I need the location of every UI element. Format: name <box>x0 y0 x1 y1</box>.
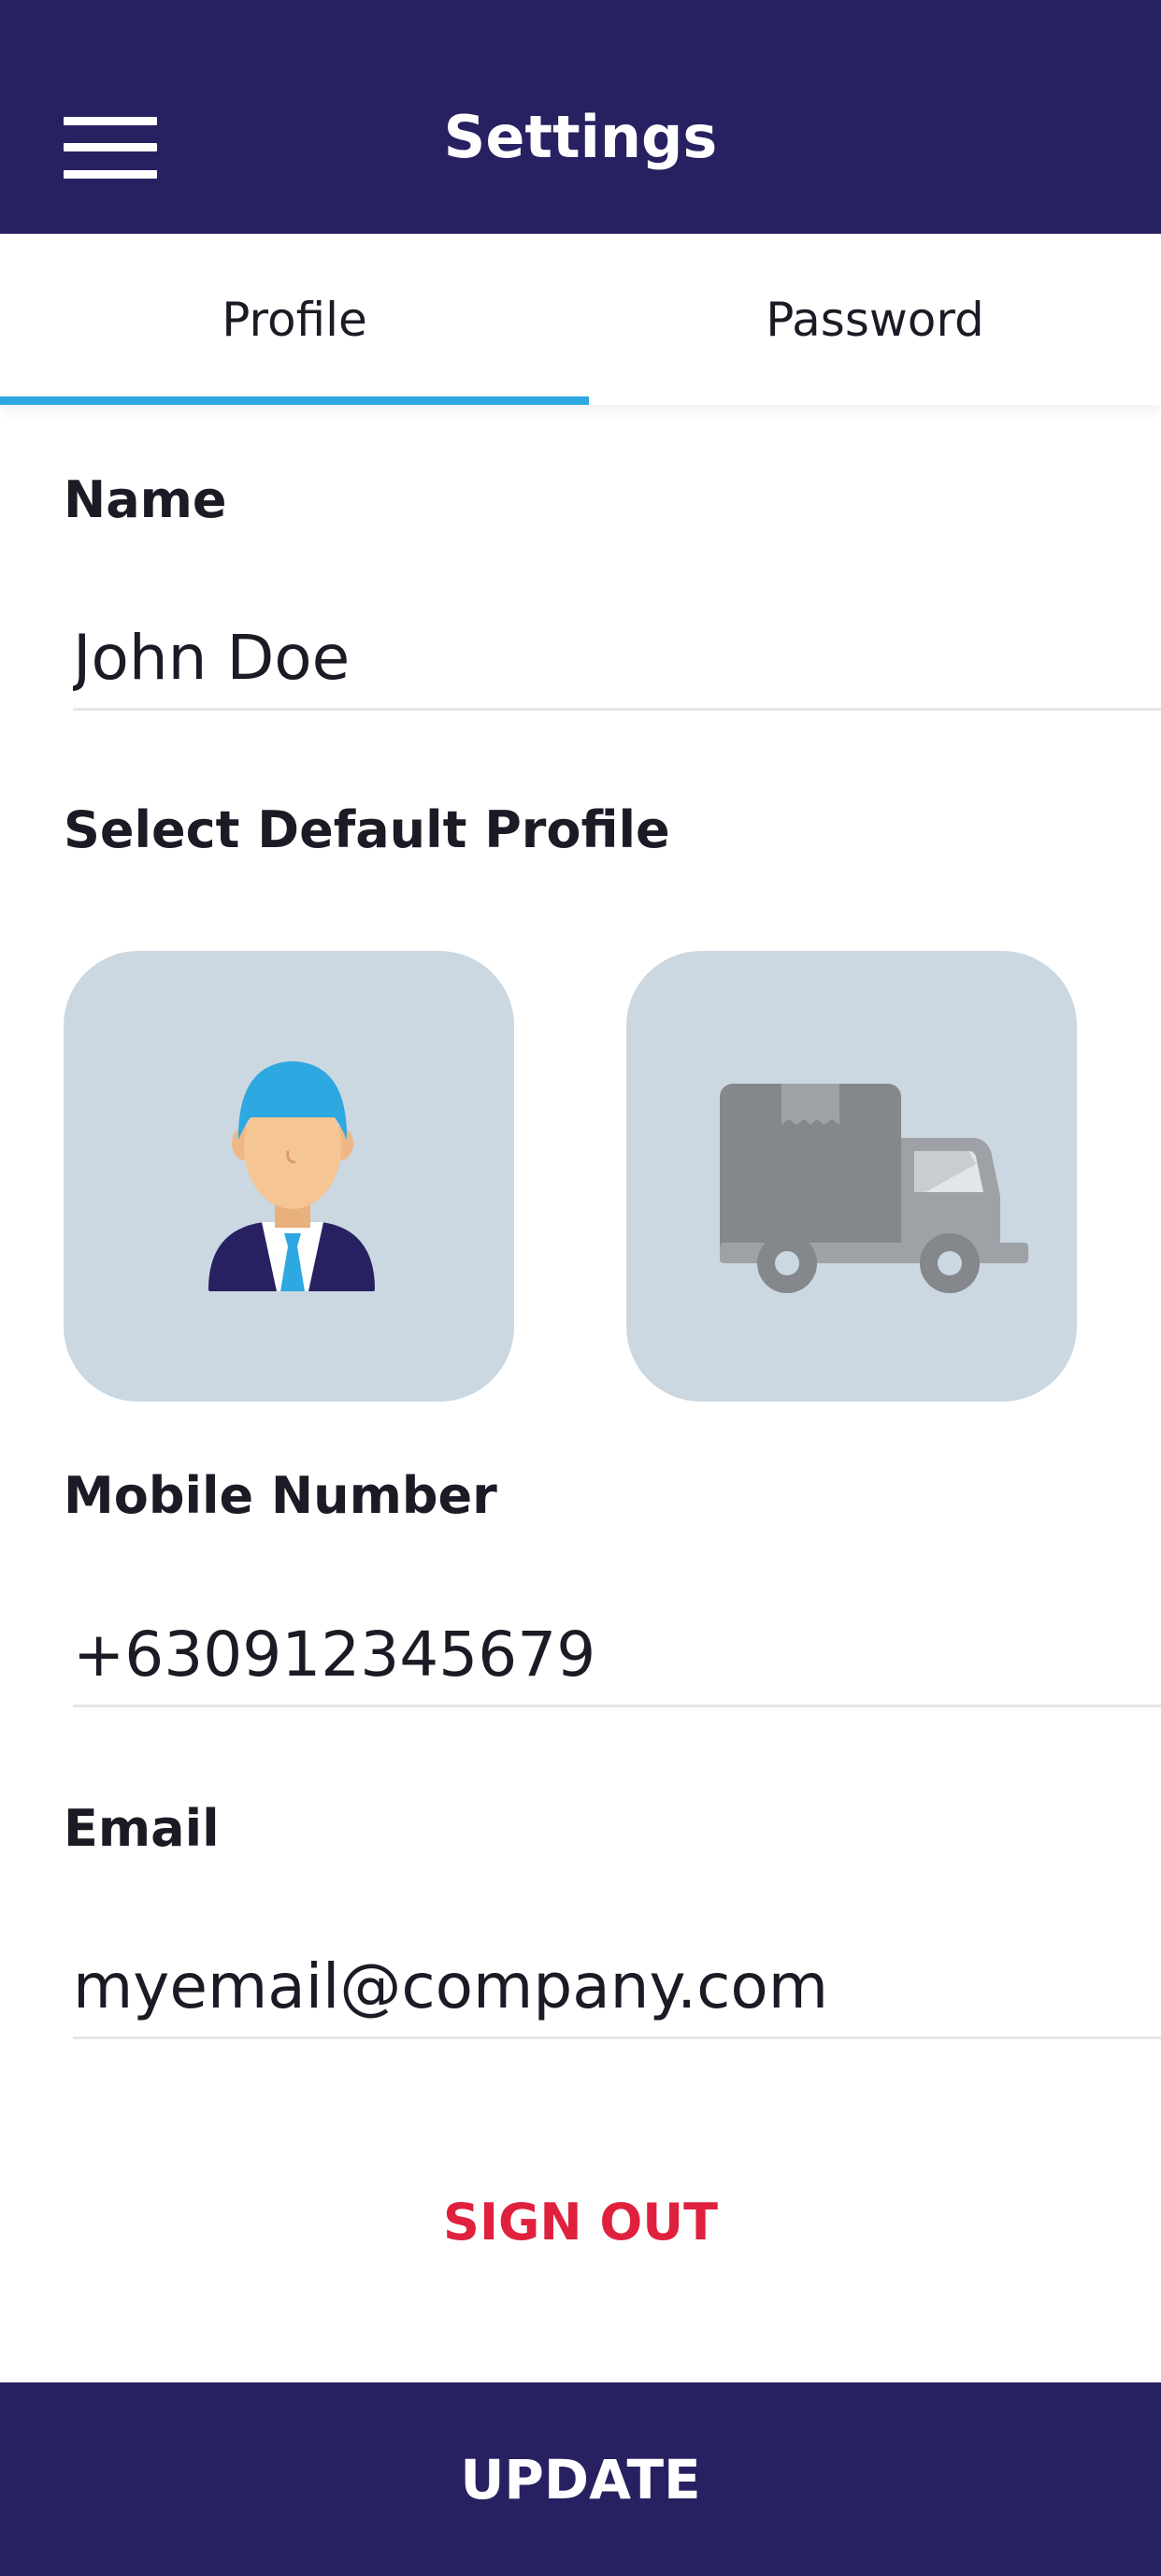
tab-password-label: Password <box>766 292 984 347</box>
delivery-truck-icon <box>720 1084 1028 1293</box>
mobile-number-label: Mobile Number <box>64 1466 497 1525</box>
update-button[interactable]: UPDATE <box>0 2382 1161 2576</box>
tab-profile[interactable]: Profile <box>0 234 589 405</box>
tab-bar: Profile Password <box>0 234 1161 405</box>
tab-password[interactable]: Password <box>589 234 1161 405</box>
tab-profile-label: Profile <box>222 292 367 347</box>
default-profile-label: Select Default Profile <box>64 800 670 859</box>
person-avatar-icon <box>208 1061 375 1291</box>
email-field[interactable] <box>73 1936 1161 2039</box>
page-title: Settings <box>443 103 718 171</box>
active-tab-indicator <box>0 396 589 405</box>
sign-out-button[interactable]: SIGN OUT <box>0 2193 1161 2252</box>
email-label: Email <box>64 1799 220 1858</box>
settings-screen: Settings Profile Password Name Select De… <box>0 0 1161 2576</box>
name-label: Name <box>64 470 227 529</box>
app-header: Settings <box>0 0 1161 234</box>
profile-option-person[interactable] <box>64 951 514 1402</box>
mobile-number-field[interactable] <box>73 1605 1161 1707</box>
profile-option-truck[interactable] <box>626 951 1077 1402</box>
name-field[interactable] <box>73 608 1161 711</box>
